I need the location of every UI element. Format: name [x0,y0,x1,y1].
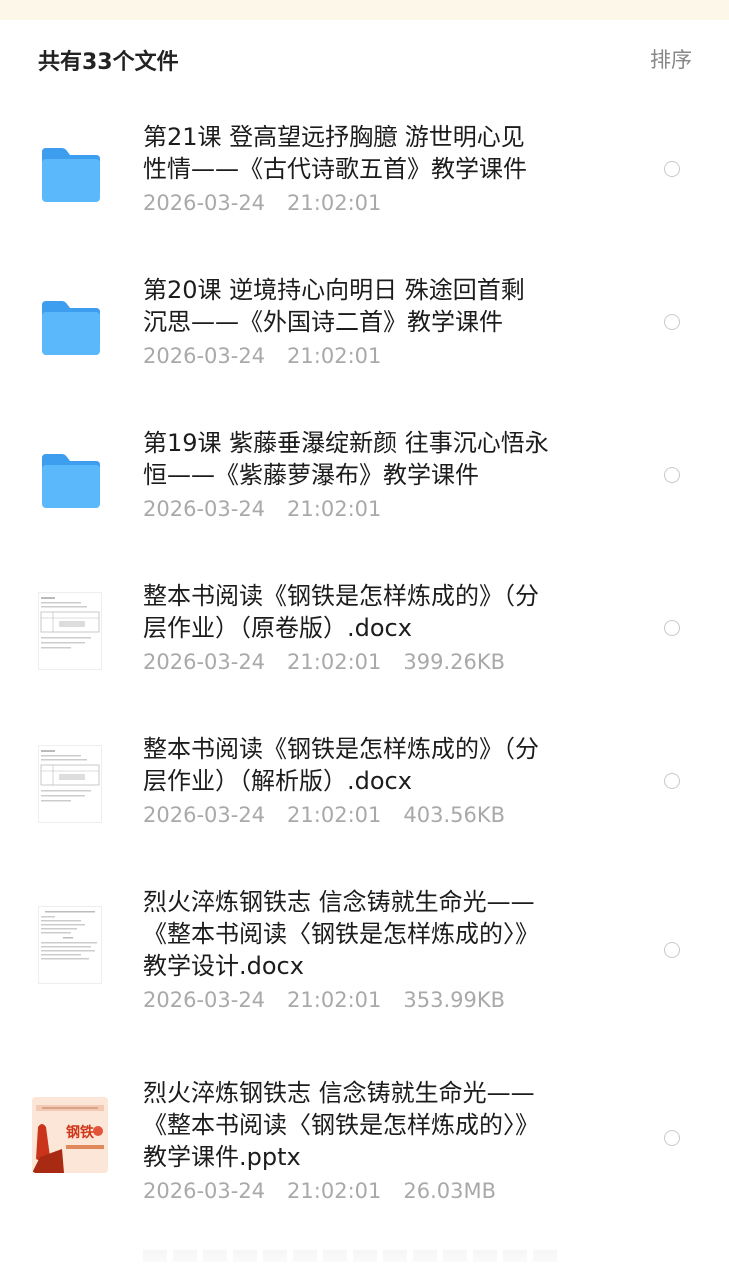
folder-icon [38,142,104,208]
file-date: 2026-03-24 [143,344,266,368]
bottom-fade [0,1245,729,1280]
file-meta: 2026-03-24 21:02:01 [143,344,623,368]
file-meta: 2026-03-24 21:02:01 403.56KB [143,803,623,827]
select-radio[interactable] [664,467,680,483]
docx-thumbnail-icon [38,592,102,670]
select-radio[interactable] [664,942,680,958]
sort-button[interactable]: 排序 [650,44,692,74]
file-name: 第21课 登高望远抒胸臆 游世明心见 性情——《古代诗歌五首》教学课件 [143,123,527,183]
pptx-thumbnail-icon: 钢铁 [32,1097,108,1173]
select-radio[interactable] [664,314,680,330]
file-row[interactable]: 烈火淬炼钢铁志 信念铸就生命光—— 《整本书阅读〈钢铁是怎样炼成的〉》 教学设计.d… [0,861,729,1047]
top-status-band [0,0,729,20]
file-name: 第20课 逆境持心向明日 殊途回首剩 沉思——《外国诗二首》教学课件 [143,276,525,336]
file-row[interactable]: 整本书阅读《钢铁是怎样炼成的》（分 层作业）（原卷版）.docx 2026-03-… [0,555,729,708]
file-time: 21:02:01 [287,1179,382,1203]
file-size: 403.56KB [403,803,506,827]
file-list: 第21课 登高望远抒胸臆 游世明心见 性情——《古代诗歌五首》教学课件 2026-… [0,96,729,1233]
file-name: 整本书阅读《钢铁是怎样炼成的》（分 层作业）（解析版）.docx [143,735,539,795]
file-time: 21:02:01 [287,497,382,521]
file-size: 399.26KB [403,650,506,674]
file-date: 2026-03-24 [143,988,266,1012]
file-meta: 2026-03-24 21:02:01 26.03MB [143,1179,623,1203]
file-meta: 2026-03-24 21:02:01 399.26KB [143,650,623,674]
folder-icon [38,295,104,361]
file-date: 2026-03-24 [143,650,266,674]
file-row[interactable]: 钢铁 烈火淬炼钢铁志 信念铸就生命光—— 《整本书阅读〈钢铁是怎样炼成的〉》 教学课… [0,1047,729,1233]
select-radio[interactable] [664,1130,680,1146]
file-size: 353.99KB [403,988,506,1012]
file-time: 21:02:01 [287,803,382,827]
file-row[interactable]: 第21课 登高望远抒胸臆 游世明心见 性情——《古代诗歌五首》教学课件 2026-… [0,96,729,249]
docx-thumbnail-icon [38,745,102,823]
file-meta: 2026-03-24 21:02:01 353.99KB [143,988,623,1012]
docx-thumbnail-icon [38,906,102,984]
list-header: 共有33个文件 排序 [0,20,729,96]
file-name: 烈火淬炼钢铁志 信念铸就生命光—— 《整本书阅读〈钢铁是怎样炼成的〉》 教学课件.p… [143,1079,539,1171]
select-radio[interactable] [664,161,680,177]
file-meta: 2026-03-24 21:02:01 [143,497,623,521]
file-time: 21:02:01 [287,988,382,1012]
file-meta: 2026-03-24 21:02:01 [143,191,623,215]
file-row[interactable]: 第20课 逆境持心向明日 殊途回首剩 沉思——《外国诗二首》教学课件 2026-0… [0,249,729,402]
file-name: 整本书阅读《钢铁是怎样炼成的》（分 层作业）（原卷版）.docx [143,582,539,642]
file-name: 烈火淬炼钢铁志 信念铸就生命光—— 《整本书阅读〈钢铁是怎样炼成的〉》 教学设计.d… [143,888,539,980]
file-date: 2026-03-24 [143,1179,266,1203]
file-count-label: 共有33个文件 [38,50,179,75]
file-time: 21:02:01 [287,344,382,368]
file-time: 21:02:01 [287,191,382,215]
svg-text:钢铁: 钢铁 [66,1124,94,1141]
file-time: 21:02:01 [287,650,382,674]
file-date: 2026-03-24 [143,803,266,827]
file-name: 第19课 紫藤垂瀑绽新颜 往事沉心悟永 恒——《紫藤萝瀑布》教学课件 [143,429,549,489]
file-row[interactable]: 整本书阅读《钢铁是怎样炼成的》（分 层作业）（解析版）.docx 2026-03-… [0,708,729,861]
select-radio[interactable] [664,620,680,636]
file-date: 2026-03-24 [143,191,266,215]
file-row[interactable]: 第19课 紫藤垂瀑绽新颜 往事沉心悟永 恒——《紫藤萝瀑布》教学课件 2026-0… [0,402,729,555]
folder-icon [38,448,104,514]
file-size: 26.03MB [403,1179,497,1203]
file-date: 2026-03-24 [143,497,266,521]
select-radio[interactable] [664,773,680,789]
